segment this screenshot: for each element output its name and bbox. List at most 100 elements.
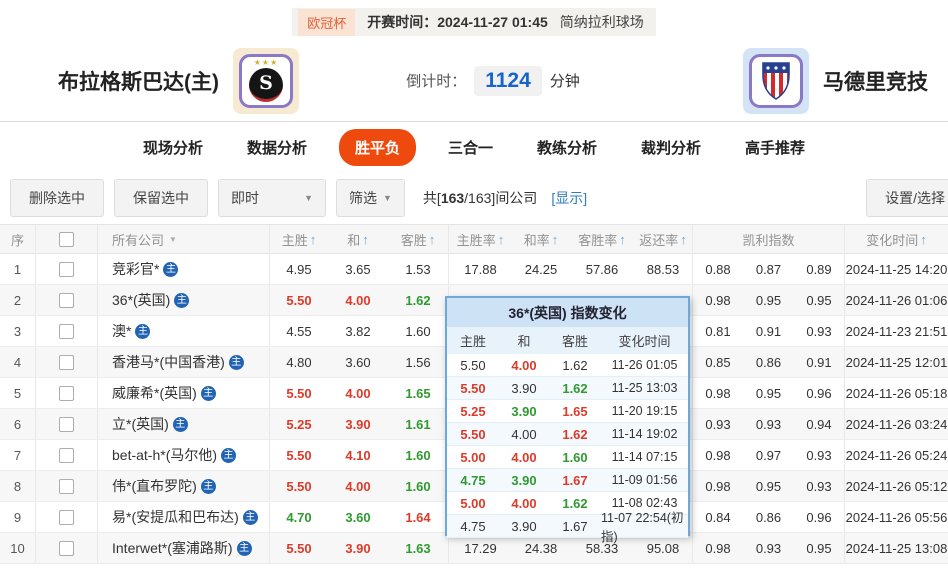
company-name[interactable]: 立*(英国) (112, 414, 169, 434)
popup-odds-value: 4.00 (499, 450, 549, 465)
row-checkbox[interactable] (59, 417, 74, 432)
row-number: 10 (0, 533, 36, 563)
col-draw-odds[interactable]: 和↑ (328, 225, 388, 253)
popup-col-label: 变化时间 (601, 331, 688, 350)
row-checkbox[interactable] (59, 479, 74, 494)
company-name[interactable]: 威廉希*(英国) (112, 383, 197, 403)
col-change-time[interactable]: 变化时间↑ (845, 225, 948, 253)
home-team-logo: ★★★ S (233, 48, 299, 114)
popup-row: 5.504.001.6211-14 19:02 (447, 423, 688, 446)
col-draw-rate[interactable]: 和率↑ (512, 225, 570, 253)
kelly-value: 0.98 (692, 285, 743, 315)
col-kelly: 凯利指数 (692, 225, 845, 253)
tab-item[interactable]: 三合一 (448, 129, 493, 166)
rate-value: 57.86 (570, 254, 634, 284)
col-return-rate[interactable]: 返还率↑ (634, 225, 692, 253)
odds-value: 5.50 (270, 471, 328, 501)
kelly-value: 0.93 (743, 409, 794, 439)
row-checkbox[interactable] (59, 324, 74, 339)
change-time[interactable]: 2024-11-26 05:24 (845, 440, 948, 470)
company-name[interactable]: 伟*(直布罗陀) (112, 476, 197, 496)
tab-item[interactable]: 裁判分析 (641, 129, 701, 166)
row-number: 4 (0, 347, 36, 377)
chevron-down-icon: ▼ (304, 193, 313, 203)
select-all-checkbox[interactable] (59, 232, 74, 247)
company-cell: 竞彩官*主 (98, 254, 270, 284)
kelly-value: 0.95 (794, 285, 845, 315)
kelly-value: 0.93 (794, 316, 845, 346)
row-checkbox[interactable] (59, 293, 74, 308)
change-time[interactable]: 2024-11-25 14:20 (845, 254, 948, 284)
company-name[interactable]: 易*(安提瓜和巴布达) (112, 507, 239, 527)
company-name[interactable]: bet-at-h*(马尔他) (112, 445, 217, 465)
tab-active[interactable]: 胜平负 (339, 129, 416, 166)
tab-item[interactable]: 教练分析 (537, 129, 597, 166)
row-checkbox[interactable] (59, 448, 74, 463)
kelly-value: 0.89 (794, 254, 845, 284)
kelly-value: 0.98 (692, 471, 743, 501)
table-header: 序 所有公司▼ 主胜↑ 和↑ 客胜↑ 主胜率↑ 和率↑ 客胜率↑ 返还率↑ 凯利… (0, 224, 948, 254)
kelly-value: 0.93 (794, 440, 845, 470)
popup-change-time: 11-09 01:56 (601, 473, 688, 487)
show-link[interactable]: [显示] (551, 188, 587, 208)
select-all-cell (36, 225, 98, 253)
change-time[interactable]: 2024-11-25 13:08 (845, 533, 948, 563)
popup-body: 5.504.001.6211-26 01:055.503.901.6211-25… (447, 354, 688, 538)
col-no: 序 (0, 225, 36, 253)
company-cell: 易*(安提瓜和巴布达)主 (98, 502, 270, 532)
away-team-logo (743, 48, 809, 114)
change-time[interactable]: 2024-11-25 12:01 (845, 347, 948, 377)
col-away-odds[interactable]: 客胜↑ (388, 225, 448, 253)
kelly-value: 0.95 (743, 471, 794, 501)
company-name[interactable]: Interwet*(塞浦路斯) (112, 538, 233, 558)
filter-caret-icon: ▼ (169, 235, 177, 244)
row-number: 9 (0, 502, 36, 532)
odds-value: 4.00 (328, 285, 388, 315)
tab-item[interactable]: 现场分析 (143, 129, 203, 166)
filter-dropdown[interactable]: 筛选 ▼ (336, 179, 405, 217)
countdown: 倒计时： 1124 分钟 (406, 66, 580, 96)
keep-selected-button[interactable]: 保留选中 (114, 179, 208, 217)
popup-change-time: 11-14 07:15 (601, 450, 688, 464)
kelly-value: 0.86 (743, 347, 794, 377)
company-cell: 立*(英国)主 (98, 409, 270, 439)
col-company[interactable]: 所有公司▼ (98, 225, 270, 253)
kelly-value: 0.87 (743, 254, 794, 284)
kelly-value: 0.88 (692, 254, 743, 284)
tab-item[interactable]: 数据分析 (247, 129, 307, 166)
odds-value: 4.00 (328, 471, 388, 501)
kelly-value: 0.98 (692, 533, 743, 563)
home-badge-icon: 主 (229, 355, 244, 370)
row-checkbox[interactable] (59, 541, 74, 556)
kelly-value: 0.96 (794, 502, 845, 532)
change-time[interactable]: 2024-11-26 05:18 (845, 378, 948, 408)
popup-header: 主胜和客胜变化时间 (447, 327, 688, 354)
company-name[interactable]: 香港马*(中国香港) (112, 352, 225, 372)
col-home-odds[interactable]: 主胜↑ (270, 225, 328, 253)
odds-value: 3.60 (328, 347, 388, 377)
row-checkbox[interactable] (59, 262, 74, 277)
company-name[interactable]: 澳* (112, 321, 131, 341)
change-time[interactable]: 2024-11-26 03:24 (845, 409, 948, 439)
change-time[interactable]: 2024-11-26 05:56 (845, 502, 948, 532)
popup-odds-value: 1.62 (549, 358, 601, 373)
row-number: 2 (0, 285, 36, 315)
league-badge[interactable]: 欧冠杯 (298, 9, 355, 36)
company-name[interactable]: 竞彩官* (112, 259, 159, 279)
kelly-value: 0.98 (692, 440, 743, 470)
change-time[interactable]: 2024-11-26 01:06 (845, 285, 948, 315)
change-time[interactable]: 2024-11-23 21:51 (845, 316, 948, 346)
company-name[interactable]: 36*(英国) (112, 290, 170, 310)
col-home-rate[interactable]: 主胜率↑ (448, 225, 512, 253)
change-time[interactable]: 2024-11-26 05:12 (845, 471, 948, 501)
popup-odds-value: 3.90 (499, 473, 549, 488)
tab-item[interactable]: 高手推荐 (745, 129, 805, 166)
row-checkbox[interactable] (59, 355, 74, 370)
row-checkbox[interactable] (59, 386, 74, 401)
row-checkbox[interactable] (59, 510, 74, 525)
col-away-rate[interactable]: 客胜率↑ (570, 225, 634, 253)
settings-select-button[interactable]: 设置/选择 (866, 179, 948, 217)
time-filter-dropdown[interactable]: 即时 ▼ (218, 179, 326, 217)
delete-selected-button[interactable]: 删除选中 (10, 179, 104, 217)
row-number: 7 (0, 440, 36, 470)
